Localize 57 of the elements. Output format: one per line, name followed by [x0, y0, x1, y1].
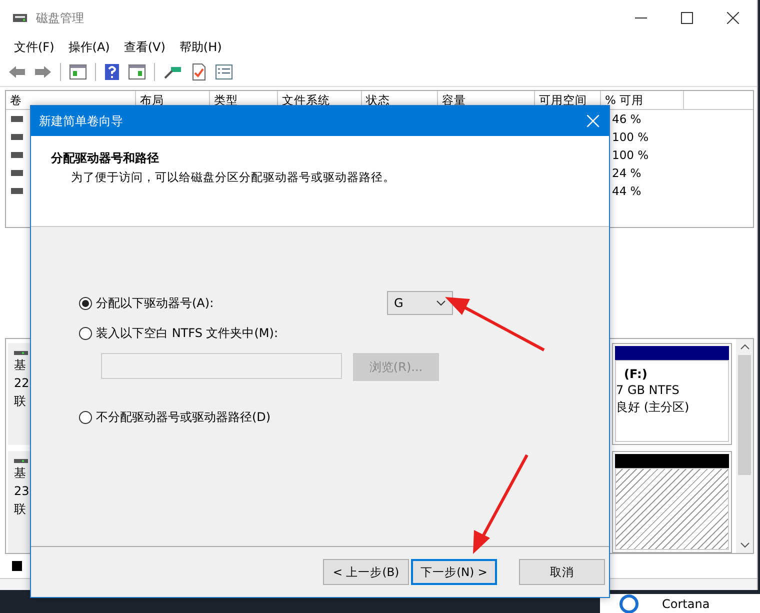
radio-button[interactable]: [79, 410, 92, 424]
next-button[interactable]: 下一步(N) >: [411, 559, 497, 585]
table-cell: 44 %: [612, 184, 642, 198]
table-cell: 46 %: [612, 112, 642, 126]
radio-button[interactable]: [79, 296, 92, 310]
radio-option[interactable]: 装入以下空白 NTFS 文件夹中(M):: [79, 324, 387, 342]
drive-icon: [11, 170, 23, 176]
menu-item[interactable]: 操作(A): [68, 38, 110, 56]
disk-label-text: 联: [14, 393, 27, 409]
scroll-up-icon[interactable]: [740, 343, 750, 351]
chevron-down-icon: [436, 300, 446, 306]
partition-status: 良好 (主分区): [616, 399, 690, 416]
table-cell: 100 %: [612, 130, 649, 144]
menu-item[interactable]: 文件(F): [14, 38, 54, 56]
scroll-down-icon[interactable]: [740, 541, 750, 549]
drive-icon: [11, 116, 23, 122]
maximize-icon[interactable]: [681, 12, 693, 24]
drive-icon: [11, 188, 23, 194]
cortana-icon[interactable]: [618, 592, 640, 613]
partition-block[interactable]: (F:) 7 GB NTFS 良好 (主分区): [612, 343, 732, 445]
menu-item[interactable]: 查看(V): [124, 38, 166, 56]
radio-button[interactable]: [79, 326, 92, 340]
table-cell: 100 %: [612, 148, 649, 162]
connect-icon[interactable]: [163, 64, 183, 80]
properties-icon[interactable]: [215, 64, 233, 80]
page-description: 为了便于访问，可以给磁盘分区分配驱动器号或驱动器路径。: [70, 170, 396, 185]
forward-icon[interactable]: [34, 64, 52, 80]
drive-icon: [11, 152, 23, 158]
checklist-icon[interactable]: [191, 63, 207, 81]
disk-label-text: 22: [14, 375, 30, 391]
back-button[interactable]: < 上一步(B): [323, 559, 409, 585]
radio-option[interactable]: 分配以下驱动器号(A):: [79, 294, 387, 312]
drive-letter-dropdown[interactable]: G: [387, 291, 453, 315]
menu-item[interactable]: 帮助(H): [179, 38, 222, 56]
panel-icon[interactable]: [128, 64, 146, 80]
cancel-button[interactable]: 取消: [519, 559, 605, 585]
close-icon[interactable]: [727, 12, 739, 24]
help-icon[interactable]: [104, 63, 120, 81]
drive-icon: [14, 459, 28, 463]
table-cell: 24 %: [612, 166, 642, 180]
unallocated-block[interactable]: [612, 451, 732, 553]
back-icon[interactable]: [8, 64, 26, 80]
disk-label-text: 基: [14, 357, 27, 373]
page-heading: 分配驱动器号和路径: [51, 150, 160, 167]
partition-size: 7 GB NTFS: [616, 383, 680, 397]
dialog-title: 新建简单卷向导: [39, 112, 123, 130]
disk-label-text: 23: [14, 483, 30, 499]
disk-label-text: 联: [14, 501, 27, 517]
scrollbar[interactable]: [736, 339, 753, 553]
radio-option[interactable]: 不分配驱动器号或驱动器路径(D): [79, 408, 387, 426]
panel-icon[interactable]: [69, 64, 87, 80]
legend-swatch: [12, 561, 22, 571]
window-title: 磁盘管理: [36, 10, 84, 26]
drive-icon: [14, 351, 28, 355]
partition-name: (F:): [623, 367, 648, 381]
drive-icon: [11, 134, 23, 140]
disk-label-text: 基: [14, 465, 27, 481]
